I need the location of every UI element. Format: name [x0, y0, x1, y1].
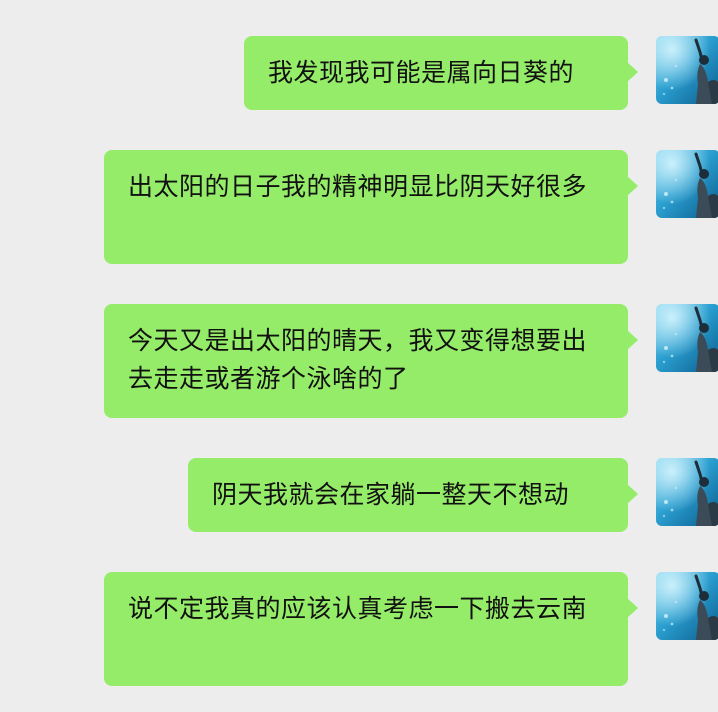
- message-row: 阴天我就会在家躺一整天不想动: [0, 458, 718, 532]
- user-avatar-underwater-icon[interactable]: [656, 572, 718, 640]
- message-row: 说不定我真的应该认真考虑一下搬去云南: [0, 572, 718, 686]
- message-bubble[interactable]: 今天又是出太阳的晴天，我又变得想要出去走走或者游个泳啥的了: [104, 304, 638, 418]
- user-avatar-underwater-icon[interactable]: [656, 304, 718, 372]
- message-bubble[interactable]: 我发现我可能是属向日葵的: [244, 36, 638, 110]
- user-avatar-underwater-icon[interactable]: [656, 150, 718, 218]
- message-bubble[interactable]: 说不定我真的应该认真考虑一下搬去云南: [104, 572, 638, 686]
- message-row: 我发现我可能是属向日葵的: [0, 36, 718, 110]
- message-row: 今天又是出太阳的晴天，我又变得想要出去走走或者游个泳啥的了: [0, 304, 718, 418]
- user-avatar-underwater-icon[interactable]: [656, 36, 718, 104]
- message-bubble[interactable]: 出太阳的日子我的精神明显比阴天好很多: [104, 150, 638, 264]
- message-row: 出太阳的日子我的精神明显比阴天好很多: [0, 150, 718, 264]
- message-bubble[interactable]: 阴天我就会在家躺一整天不想动: [188, 458, 638, 532]
- user-avatar-underwater-icon[interactable]: [656, 458, 718, 526]
